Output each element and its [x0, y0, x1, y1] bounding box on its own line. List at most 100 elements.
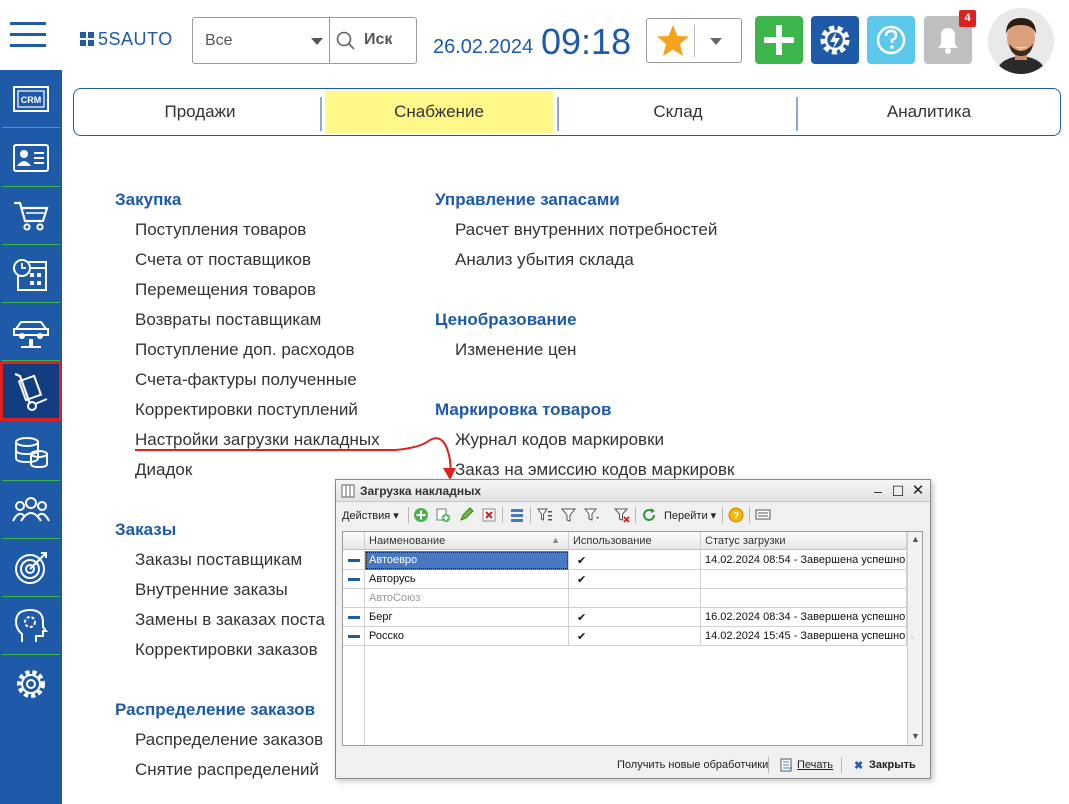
sidebar-item-contacts[interactable] [0, 129, 62, 187]
menu-item-receipt-corrections[interactable]: Корректировки поступлений [135, 400, 358, 420]
hamburger-menu-icon[interactable] [10, 22, 46, 50]
menu-item-goods-receipts[interactable]: Поступления товаров [135, 220, 306, 240]
filter-icon[interactable] [561, 507, 577, 523]
sidebar-item-settings[interactable] [0, 655, 62, 713]
filter-list-icon[interactable] [537, 507, 553, 523]
sidebar-item-finance[interactable] [0, 423, 62, 481]
settings-button[interactable] [811, 16, 859, 64]
menu-item-price-change[interactable]: Изменение цен [455, 340, 576, 360]
filter-dropdown-icon[interactable] [584, 507, 600, 523]
add-icon[interactable] [413, 507, 429, 523]
sidebar-item-marketing[interactable] [0, 539, 62, 597]
tab-sales[interactable]: Продажи [80, 89, 320, 135]
menu-item-extra-costs[interactable]: Поступление доп. расходов [135, 340, 355, 360]
star-icon[interactable] [653, 21, 693, 61]
row-name[interactable]: Автоевро [365, 551, 569, 570]
chevron-down-icon[interactable] [311, 38, 323, 45]
minimize-icon[interactable]: – [869, 482, 887, 500]
menu-item-supplier-orders[interactable]: Заказы поставщикам [135, 550, 302, 570]
row-usage-checkbox[interactable]: ✔ [569, 608, 701, 627]
hierarchy-icon[interactable] [509, 507, 525, 523]
add-button[interactable] [755, 16, 803, 64]
get-new-handlers-button[interactable]: Получить новые обработчики [617, 759, 768, 771]
tab-analytics[interactable]: Аналитика [800, 89, 1058, 135]
table-header-usage[interactable]: Использование [569, 532, 701, 550]
table-row[interactable]: Авторусь ✔ [343, 570, 907, 589]
clear-filter-icon[interactable] [614, 507, 630, 523]
table-row[interactable]: Автоевро ✔ 14.02.2024 08:54 - Завершена … [343, 551, 907, 570]
sidebar-item-service[interactable] [0, 303, 62, 361]
print-icon[interactable] [779, 757, 795, 773]
filter-select[interactable]: Все [192, 17, 329, 64]
menu-item-supplier-invoices[interactable]: Счета от поставщиков [135, 250, 311, 270]
menu-item-order-distribution[interactable]: Распределение заказов [135, 730, 323, 750]
tab-warehouse[interactable]: Склад [560, 89, 796, 135]
vertical-scrollbar[interactable]: ▲ ▫ ▼ [907, 532, 922, 745]
row-name[interactable]: Авторусь [365, 570, 569, 589]
menu-item-marking-codes-order[interactable]: Заказ на эмиссию кодов маркировк [455, 460, 734, 480]
row-usage-checkbox[interactable] [569, 589, 701, 608]
menu-item-goods-transfers[interactable]: Перемещения товаров [135, 280, 316, 300]
scroll-up-icon[interactable]: ▲ [911, 534, 920, 544]
table-row[interactable]: АвтоСоюз [343, 589, 907, 608]
row-name[interactable]: Берг [365, 608, 569, 627]
print-button[interactable]: Печать [797, 759, 833, 771]
help-button[interactable] [867, 16, 915, 64]
help-icon[interactable]: ? [728, 507, 744, 523]
maximize-icon[interactable]: ☐ [889, 482, 907, 500]
user-avatar[interactable] [988, 8, 1054, 74]
menu-item-supplier-returns[interactable]: Возвраты поставщикам [135, 310, 321, 330]
copy-icon[interactable] [435, 507, 451, 523]
row-usage-checkbox[interactable]: ✔ [569, 551, 701, 570]
sidebar-item-support[interactable] [0, 597, 62, 655]
menu-item-marking-codes-journal[interactable]: Журнал кодов маркировки [455, 430, 664, 450]
row-status [701, 570, 907, 589]
sidebar-item-sales[interactable] [0, 187, 62, 245]
scroll-thumb[interactable]: ▫ [911, 632, 914, 642]
head-gear-icon [14, 608, 48, 642]
delete-icon[interactable] [481, 507, 497, 523]
row-marker-cell [343, 570, 365, 589]
divider [722, 507, 723, 523]
row-name[interactable]: Росско [365, 627, 569, 646]
row-usage-checkbox[interactable]: ✔ [569, 627, 701, 646]
chevron-down-icon[interactable] [710, 38, 722, 45]
close-button[interactable]: Закрыть [869, 759, 916, 771]
row-usage-checkbox[interactable]: ✔ [569, 570, 701, 589]
close-x-icon[interactable]: ✖ [854, 759, 863, 772]
goto-menu-button[interactable]: Перейти ▾ [664, 509, 716, 522]
favorites-button[interactable] [646, 18, 742, 63]
actions-menu-button[interactable]: Действия ▾ [342, 509, 399, 522]
sidebar-item-planning[interactable] [0, 245, 62, 303]
menu-item-remove-distribution[interactable]: Снятие распределений [135, 760, 319, 780]
menu-item-internal-orders[interactable]: Внутренние заказы [135, 580, 288, 600]
refresh-icon[interactable] [641, 507, 657, 523]
table-row[interactable]: Росско ✔ 14.02.2024 15:45 - Завершена ус… [343, 627, 907, 646]
logo-mark-icon [80, 32, 94, 46]
sidebar-item-supply[interactable] [0, 361, 62, 421]
sidebar-item-staff[interactable] [0, 481, 62, 539]
table-row[interactable]: Берг ✔ 16.02.2024 08:34 - Завершена успе… [343, 608, 907, 627]
menu-item-order-corrections[interactable]: Корректировки заказов [135, 640, 318, 660]
scroll-down-icon[interactable]: ▼ [911, 731, 920, 741]
row-marker-icon [348, 559, 360, 562]
close-icon[interactable]: ✕ [909, 482, 927, 500]
tab-supply[interactable]: Снабжение [325, 91, 553, 133]
menu-item-order-replacements[interactable]: Замены в заказах поста [135, 610, 325, 630]
table-header-name[interactable]: Наименование ▲ [365, 532, 569, 550]
menu-item-received-vat-invoices[interactable]: Счета-фактуры полученные [135, 370, 357, 390]
section-title-pricing: Ценобразование [435, 310, 577, 329]
divider [530, 507, 531, 523]
current-date: 26.02.2024 [433, 36, 534, 58]
menu-item-stock-depletion[interactable]: Анализ убытия склада [455, 250, 634, 270]
column-label: Статус загрузки [705, 535, 786, 547]
menu-item-internal-needs[interactable]: Расчет внутренних потребностей [455, 220, 717, 240]
search-input[interactable]: Иск [329, 17, 417, 64]
section-title-stock: Управление запасами [435, 190, 620, 209]
table-header-status[interactable]: Статус загрузки [701, 532, 907, 550]
sidebar-item-crm[interactable]: CRM [0, 70, 62, 128]
row-name[interactable]: АвтоСоюз [365, 589, 569, 608]
scanner-icon[interactable] [755, 507, 771, 523]
edit-icon[interactable] [458, 507, 474, 523]
dialog-title: Загрузка накладных [360, 484, 482, 498]
